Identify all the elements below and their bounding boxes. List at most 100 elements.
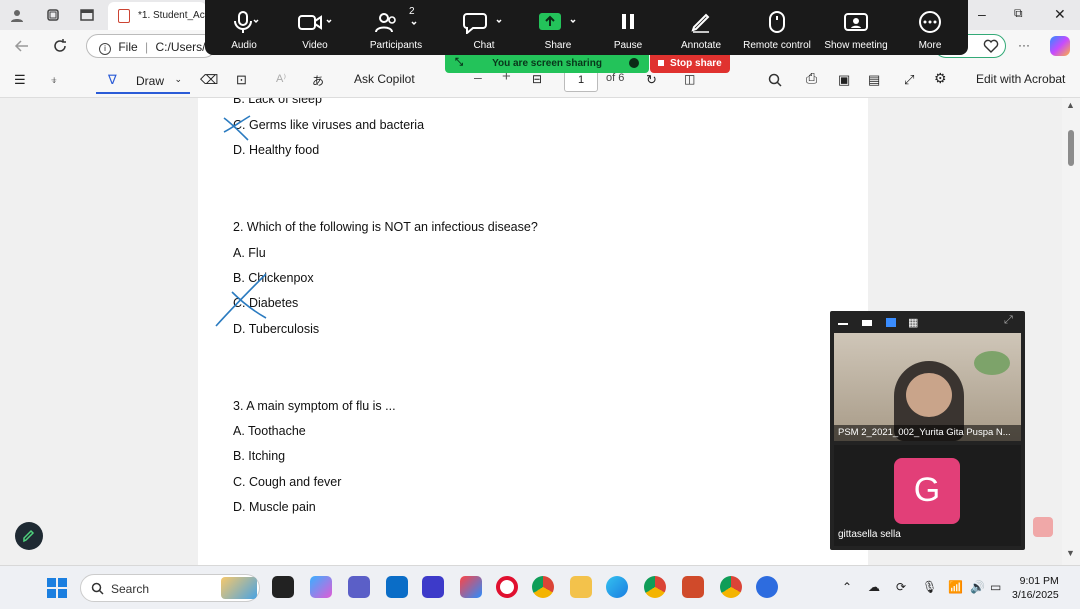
save-icon[interactable]: ▣ [838, 72, 850, 88]
expand-panel-icon[interactable]: ⤢ [1004, 314, 1013, 327]
save-as-icon[interactable]: ▤ [868, 72, 880, 88]
url-field[interactable]: i File | C:/Users/ [86, 34, 216, 58]
pause-icon [622, 14, 634, 29]
tab-student-activity[interactable]: *1. Student_Act [108, 2, 206, 30]
windows-start-icon[interactable] [46, 577, 68, 599]
battery-icon[interactable]: ▭ [990, 580, 1001, 594]
taskbar-search[interactable]: Search [80, 574, 260, 602]
minimize-panel-icon[interactable] [838, 323, 848, 325]
chrome-profile-2-icon[interactable] [720, 576, 742, 598]
video-panel[interactable]: ▦ ⤢ PSM 2_2021_002_Yurita Gita Puspa N..… [830, 311, 1025, 550]
read-aloud-icon[interactable]: A⁾ [276, 72, 286, 85]
chrome-icon[interactable] [532, 576, 554, 598]
draw-mode-fab[interactable] [15, 522, 43, 550]
task-view-icon[interactable] [272, 576, 294, 598]
fullscreen-icon[interactable]: ⤢ [904, 72, 914, 88]
browser-menu-button[interactable]: ··· [1018, 38, 1030, 52]
wifi-icon[interactable]: 📶 [948, 580, 963, 594]
tray-overflow-icon[interactable]: ⌃ [842, 580, 852, 594]
copilot-app-icon[interactable] [310, 576, 332, 598]
volume-icon[interactable]: 🔊 [970, 580, 985, 594]
participants-button[interactable]: 2 Participants [363, 0, 429, 55]
draw-button[interactable]: ∇ Draw ⌄ [96, 66, 190, 94]
text-box-icon[interactable]: ⊡ [236, 72, 247, 88]
participant-name-1: PSM 2_2021_002_Yurita Gita Puspa N... [834, 425, 1021, 441]
minimize-button[interactable]: – [978, 6, 986, 22]
video-button[interactable]: Video [291, 0, 339, 55]
powerpoint-icon[interactable] [682, 576, 704, 598]
gallery-view-icon[interactable]: ▦ [908, 316, 918, 329]
search-icon [91, 582, 104, 595]
close-button[interactable]: ✕ [1054, 6, 1066, 23]
edit-with-acrobat-button[interactable]: Edit with Acrobat [976, 72, 1065, 86]
refresh-icon[interactable] [52, 38, 68, 54]
participants-count-badge: 2 [409, 6, 415, 17]
annotate-button[interactable]: Annotate [673, 0, 729, 55]
option-3c: C. Cough and fever [233, 475, 342, 489]
system-clock[interactable]: 9:01 PM 3/16/2025 [1012, 574, 1059, 602]
participant-video-1[interactable]: PSM 2_2021_002_Yurita Gita Puspa N... [834, 333, 1021, 441]
settings-gear-icon[interactable]: ⚙ [934, 70, 947, 87]
edge-icon[interactable] [606, 576, 628, 598]
tab-actions-icon[interactable] [80, 8, 94, 22]
profile-icon[interactable] [10, 8, 24, 22]
participant-video-2[interactable]: G gittasella sella [834, 445, 1021, 546]
ask-copilot-button[interactable]: Ask Copilot [354, 72, 415, 86]
office-icon[interactable] [460, 576, 482, 598]
search-highlight-icon [221, 577, 257, 599]
highlight-icon[interactable]: ⍖ [50, 72, 58, 88]
vertical-scrollbar[interactable]: ▲ ▼ [1062, 98, 1080, 565]
translate-icon[interactable]: あ [312, 72, 324, 89]
contents-icon[interactable]: ☰ [14, 72, 26, 88]
outlook-icon[interactable] [386, 576, 408, 598]
eraser-icon[interactable]: ⌫ [200, 72, 218, 88]
show-meeting-button[interactable]: Show meeting [819, 0, 893, 55]
print-icon[interactable]: ⎙ [806, 70, 817, 87]
maximize-button[interactable]: ⧉ [1014, 6, 1023, 21]
pdf-page[interactable]: B. Lack of sleep C. Germs like viruses a… [198, 98, 868, 565]
acrobat-icon[interactable] [1033, 517, 1053, 537]
file-label: File [118, 40, 138, 54]
search-icon[interactable] [768, 73, 782, 87]
onedrive-icon[interactable]: ☁ [868, 580, 880, 594]
pause-share-button[interactable]: Pause [607, 0, 649, 55]
speaker-view-icon[interactable] [862, 320, 872, 326]
screen-sharing-banner[interactable]: ⤡ You are screen sharing [445, 55, 649, 73]
chat-button[interactable]: Chat [463, 0, 505, 55]
refresh-tray-icon[interactable]: ⟳ [896, 580, 906, 594]
url-text: C:/Users/ [155, 40, 206, 54]
strip-view-icon[interactable] [886, 318, 896, 327]
share-button[interactable]: Share [535, 0, 581, 55]
file-explorer-icon[interactable] [570, 576, 592, 598]
mouse-icon [769, 11, 785, 33]
draw-label: Draw [136, 74, 165, 88]
stop-share-button[interactable]: Stop share [650, 55, 730, 73]
pen-icon [23, 529, 35, 543]
zoom-app-icon[interactable] [756, 576, 778, 598]
teams-icon[interactable] [348, 576, 370, 598]
option-1c: C. Germs like viruses and bacteria [233, 118, 425, 132]
remote-control-button[interactable]: Remote control [739, 0, 815, 55]
collections-icon[interactable] [46, 8, 60, 22]
windows-taskbar: Search ⌃ ☁ ⟳ 🎙 📶 🔊 ▭ 9:01 PM 3/16/2025 [0, 565, 1080, 609]
page-view-icon[interactable]: ◫ [684, 72, 695, 86]
app-icon-1[interactable] [422, 576, 444, 598]
chevron-down-icon: ⌄ [174, 74, 182, 84]
rotate-icon[interactable]: ↻ [646, 72, 657, 88]
opera-icon[interactable] [496, 576, 518, 598]
microphone-tray-icon[interactable]: 🎙 [922, 580, 937, 594]
info-icon: i [99, 43, 111, 55]
option-2a: A. Flu [233, 246, 266, 260]
audio-button[interactable]: Audio [219, 0, 269, 55]
scrollbar-thumb[interactable] [1068, 130, 1074, 166]
fit-page-icon[interactable]: ⊟ [532, 72, 542, 86]
back-icon[interactable] [14, 38, 30, 54]
option-1b: B. Lack of sleep [233, 98, 322, 106]
more-button[interactable]: More [909, 0, 951, 55]
scroll-up-icon[interactable]: ▲ [1066, 100, 1075, 110]
copilot-icon[interactable] [1050, 36, 1070, 56]
chrome-profile-icon[interactable] [644, 576, 666, 598]
scroll-down-icon[interactable]: ▼ [1066, 548, 1075, 558]
pen-cross-mark-1 [223, 115, 251, 141]
participant-avatar: G [894, 458, 960, 524]
